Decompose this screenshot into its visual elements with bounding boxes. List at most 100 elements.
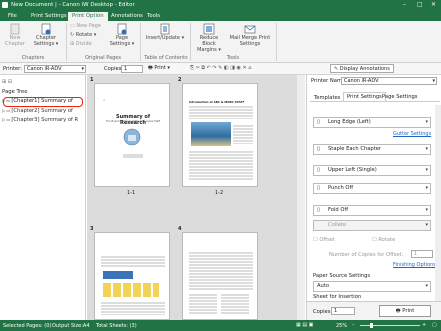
printer-select[interactable]: Canon iR-ADV ▾ (24, 65, 86, 73)
zoom-slider-thumb[interactable] (370, 323, 373, 328)
fit-page-icon[interactable]: ▢ (432, 322, 437, 328)
group-label-chapters: Chapters (21, 55, 45, 61)
page-thumbnail[interactable]: Introduction of ABC & MOBC STAFF (182, 83, 258, 187)
footer-copies-input[interactable]: 1 (331, 307, 355, 315)
settings-tabs: Templates Print Settings Page Settings (310, 90, 440, 102)
tab-annotations[interactable]: Annotations (107, 12, 147, 21)
tab-print-option[interactable]: Print Option (68, 12, 108, 21)
page-thumbnail[interactable] (182, 232, 258, 320)
scrollbar[interactable] (297, 75, 305, 320)
new-chapter-label: New Chapter (5, 35, 25, 47)
print-button[interactable]: 🖶 Print ▾ (148, 65, 170, 73)
paper-source-select[interactable]: Auto ▾ (313, 281, 431, 292)
new-chapter-button[interactable]: New Chapter (3, 23, 27, 47)
ribbon-divider (276, 23, 277, 61)
mail-merge-label: Mail Merge Print Settings (229, 35, 271, 47)
sheet-insertion-label: Sheet for Insertion (313, 294, 362, 300)
page-settings-button[interactable]: Page Settings ▾ (108, 23, 136, 47)
page-tree-panel: ⊞ ⊟ Page Tree ▷ ▭ [Chapter1] Summary of … (0, 75, 86, 320)
tree-item[interactable]: ▷ ▭ [Chapter2] Summary of (2, 108, 82, 117)
offset-copies-input[interactable]: 1 (411, 250, 433, 258)
logo-image (123, 128, 141, 146)
chapter-settings-button[interactable]: Chapter Settings ▾ (30, 23, 62, 47)
page-subtitle: The Board Members of Ms. R. General Staf… (106, 120, 160, 123)
tab-print-settings[interactable]: Print Settings (27, 12, 71, 21)
collate-select[interactable]: Collate ▾ (313, 220, 431, 231)
zoom-level: 25% (336, 323, 348, 329)
page-view: 1 ✓ Summary of Research The Board Member… (87, 75, 305, 320)
page-thumbnail[interactable] (94, 232, 170, 320)
panel-print-button[interactable]: 🖶 Print (379, 305, 431, 317)
tree-item[interactable]: ▷ ▭ [Chapter3] Summary of R (2, 117, 86, 126)
reduce-block-margins-label: Reduce Block Margins (197, 35, 219, 53)
reduce-block-margins-button[interactable]: Reduce Block Margins ▾ (194, 23, 224, 53)
output-size: Output Size:A4 (52, 323, 90, 329)
zoom-in-icon[interactable]: + (422, 322, 426, 328)
page-number: 2 (178, 77, 182, 83)
page-thumbnail[interactable]: ✓ Summary of Research The Board Members … (94, 83, 170, 187)
group-label-toc: Table of Contents (144, 55, 188, 61)
staple-icon: ▯ (317, 146, 320, 152)
zoom-slider[interactable] (360, 325, 420, 326)
view-mode-icons[interactable]: ▦ ▤ ▣ (296, 322, 313, 328)
group-label-tools: Tools (226, 55, 240, 61)
ribbon-tabs: File Print Settings Print Option Annotat… (0, 11, 441, 21)
rotate-button[interactable]: ↻ Rotate ▾ (70, 32, 96, 38)
maximize-icon[interactable]: □ (417, 1, 423, 8)
chevron-down-icon: ▾ (55, 41, 59, 47)
page-settings-icon (117, 23, 127, 35)
ribbon-divider (140, 23, 141, 61)
app-icon (2, 2, 8, 8)
page-title: Introduction of ABC & MOBC STAFF (189, 100, 245, 104)
status-bar: Selected Pages: (0) Output Size:A4 Total… (0, 320, 441, 331)
tab-templates[interactable]: Templates (314, 95, 340, 101)
binding-icon: ▯ (317, 119, 320, 125)
settings-panel: Printer Name: Canon iR-ADV ▾ Templates Pr… (306, 75, 441, 320)
offset-checkbox[interactable]: ☐ Offset (313, 237, 335, 243)
page-number: 3 (90, 226, 94, 232)
window-title: New Document | - Canon iW Desktop - Edit… (11, 2, 135, 8)
staple-position-select[interactable]: ▯ Upper Left (Single) ▾ (313, 165, 431, 176)
fold-select[interactable]: ▯ Fold Off ▾ (313, 205, 431, 216)
binding-select[interactable]: ▯ Long Edge (Left) ▾ (313, 117, 431, 128)
tab-file[interactable]: File (4, 12, 21, 21)
offset-copies-label: Number of Copies for Offset: (329, 252, 404, 258)
display-annotations-button[interactable]: ✎ Display Annotations (330, 64, 394, 73)
printer-name-select[interactable]: Canon iR-ADV ▾ (341, 77, 437, 85)
scrollbar[interactable] (435, 105, 441, 301)
page-label: 1-2 (215, 190, 224, 196)
photo-image (191, 122, 231, 146)
tab-page-settings[interactable]: Page Settings (382, 94, 417, 100)
total-sheets-count: Total Sheets: (3) (96, 323, 137, 329)
page-settings-label: Page Settings (109, 35, 131, 47)
page-number: 4 (178, 226, 182, 232)
finishing-options-link[interactable]: Finishing Options (393, 262, 436, 268)
zoom-out-icon[interactable]: – (352, 322, 355, 328)
tab-tools[interactable]: Tools (143, 12, 164, 21)
divide-button[interactable]: ⊞ Divide (70, 41, 92, 47)
highlight-marker (3, 97, 83, 107)
insert-update-button[interactable]: Insert/Update ▾ (144, 23, 186, 41)
tab-print-settings-panel[interactable]: Print Settings (343, 92, 386, 101)
table-of-contents-icon (160, 23, 170, 35)
tree-toolbar-icons[interactable]: ⊞ ⊟ (2, 79, 12, 85)
punch-select[interactable]: ▯ Punch Off ▾ (313, 183, 431, 194)
toolbar-icons[interactable]: ⎘ ✂ ⧉ ↶ ↷ ✎ ◧ ◨ ◉ ✕ ⌂ (190, 65, 251, 71)
print-footer: Copies: 1 🖶 Print (307, 301, 441, 320)
printer-label: Printer: (3, 66, 22, 72)
page-label: 1-1 (127, 190, 136, 196)
rotate-checkbox[interactable]: ☐ Rotate (372, 237, 395, 243)
minimize-icon[interactable]: – (403, 1, 406, 8)
position-icon: ▯ (317, 167, 320, 173)
title-bar: New Document | - Canon iW Desktop - Edit… (0, 0, 441, 11)
ribbon-divider (190, 23, 191, 61)
punch-icon: ▯ (317, 185, 320, 191)
new-page-button[interactable]: ▭ New Page (70, 23, 101, 29)
mail-merge-button[interactable]: Mail Merge Print Settings (229, 23, 271, 47)
paper-source-label: Paper Source Settings (313, 273, 371, 279)
page-tree-title: Page Tree (2, 89, 28, 95)
staple-select[interactable]: ▯ Staple Each Chapter ▾ (313, 144, 431, 155)
close-icon[interactable]: ✕ (431, 1, 436, 8)
gutter-settings-link[interactable]: Gutter Settings (393, 131, 431, 137)
copies-input[interactable]: 1 (121, 65, 143, 73)
